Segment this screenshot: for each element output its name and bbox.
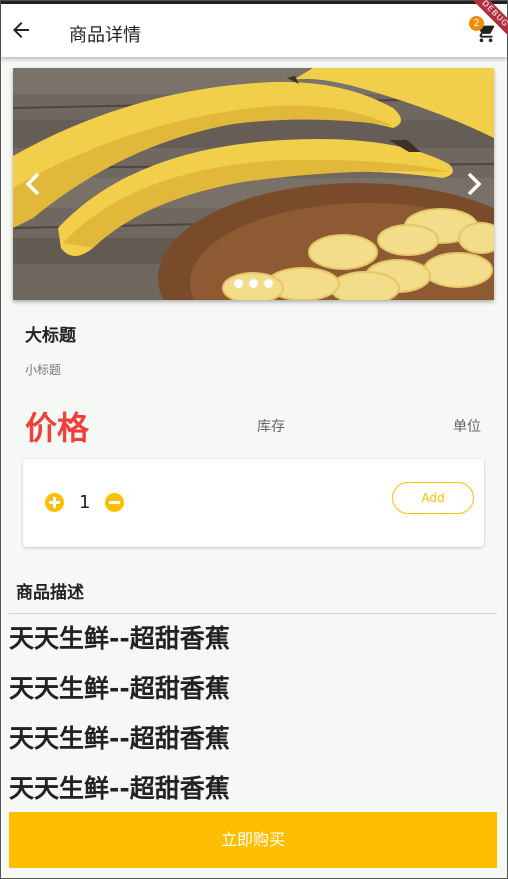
plus-circle-icon[interactable] xyxy=(45,493,64,512)
arrow-left-icon xyxy=(13,22,29,38)
product-stock: 库存 xyxy=(257,419,285,435)
description-body: 天天生鲜--超甜香蕉 天天生鲜--超甜香蕉 天天生鲜--超甜香蕉 天天生鲜--超… xyxy=(9,621,499,821)
add-to-cart-button[interactable]: Add xyxy=(392,482,474,514)
carousel-pagination xyxy=(234,279,273,288)
product-unit: 单位 xyxy=(453,419,481,435)
description-line: 天天生鲜--超甜香蕉 xyxy=(9,624,230,653)
carousel-dot[interactable] xyxy=(264,279,273,288)
product-subtitle: 小标题 xyxy=(25,363,62,377)
product-title: 大标题 xyxy=(25,326,76,346)
cart-count-badge: 2 xyxy=(469,16,484,31)
carousel-dot[interactable] xyxy=(234,279,243,288)
quantity-card: 1 Add xyxy=(23,459,484,547)
chevron-left-icon xyxy=(25,172,40,196)
description-line: 天天生鲜--超甜香蕉 xyxy=(9,724,230,753)
page-title: 商品详情 xyxy=(69,25,141,46)
carousel-next-button[interactable] xyxy=(462,171,486,197)
carousel-dot[interactable] xyxy=(249,279,258,288)
image-carousel[interactable] xyxy=(13,68,494,300)
quantity-value: 1 xyxy=(79,492,91,513)
description-line: 天天生鲜--超甜香蕉 xyxy=(9,674,230,703)
buy-now-button[interactable]: 立即购买 xyxy=(9,812,497,868)
minus-circle-icon[interactable] xyxy=(105,493,124,512)
carousel-prev-button[interactable] xyxy=(21,171,45,197)
app-bar: 商品详情 2 DEBUG xyxy=(1,0,508,57)
product-price: 价格 xyxy=(25,409,90,447)
banana-photo xyxy=(13,68,494,300)
description-heading: 商品描述 xyxy=(16,583,84,603)
divider xyxy=(9,613,497,614)
chevron-right-icon xyxy=(467,172,482,196)
back-button[interactable] xyxy=(9,18,33,42)
